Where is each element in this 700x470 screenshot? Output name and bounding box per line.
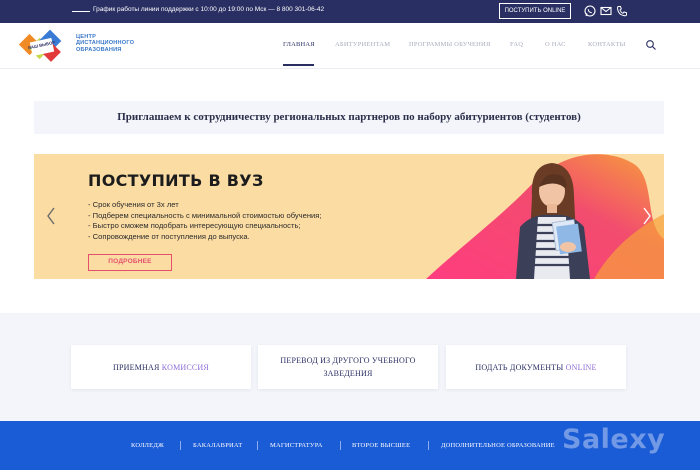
divider [428,441,429,450]
partner-invite-banner: Приглашаем к сотрудничеству региональных… [34,101,664,134]
whatsapp-icon[interactable] [583,4,597,18]
list-item: - Быстро сможем подобрать интересующую с… [88,221,301,230]
phone-icon[interactable] [615,4,629,18]
footer-link-additional-education[interactable]: ДОПОЛНИТЕЛЬНОЕ ОБРАЗОВАНИЕ [441,442,555,449]
nav-item-contacts[interactable]: КОНТАКТЫ [588,41,625,48]
active-nav-indicator [283,64,314,66]
hero-benefits-list: - Срок обучения от 3х лет - Подберем спе… [88,200,322,242]
divider [340,441,341,450]
watermark: Salexy [562,424,666,455]
list-item: - Подберем специальность с минимальной с… [88,210,322,220]
hero-title: ПОСТУПИТЬ В ВУЗ [88,171,264,190]
top-bar: График работы линии поддержки с 10:00 до… [0,0,700,23]
divider [257,441,258,450]
card-label: ПЕРЕВОД ИЗ ДРУГОГО УЧЕБНОГО ЗАВЕДЕНИЯ [280,356,416,378]
nav-item-faq[interactable]: FAQ [510,41,523,48]
submit-documents-card[interactable]: ПОДАТЬ ДОКУМЕНТЫ ONLINE [446,345,626,389]
divider-line [72,11,90,12]
footer-link-college[interactable]: КОЛЛЕДЖ [131,442,164,449]
logo[interactable]: ВАШ ВЫБОР [18,27,70,67]
hero-slider: ПОСТУПИТЬ В ВУЗ - Срок обучения от 3х ле… [34,154,664,279]
nav-item-programs[interactable]: ПРОГРАММЫ ОБУЧЕНИЯ [409,41,491,48]
transfer-card[interactable]: ПЕРЕВОД ИЗ ДРУГОГО УЧЕБНОГО ЗАВЕДЕНИЯ [258,345,438,389]
list-item: - Срок обучения от 3х лет [88,200,179,209]
divider [180,441,181,450]
more-details-button[interactable]: ПОДРОБНЕЕ [88,254,172,271]
card-label: ПОДАТЬ ДОКУМЕНТЫ [475,362,566,372]
card-label-highlight: КОМИССИЯ [161,362,209,372]
quick-links-section: ПРИЕМНАЯ КОМИССИЯ ПЕРЕВОД ИЗ ДРУГОГО УЧЕ… [0,313,700,421]
apply-online-button[interactable]: ПОСТУПИТЬ ONLINE [499,3,571,19]
footer-link-bachelor[interactable]: БАКАЛАВРИАТ [193,442,242,449]
chevron-right-icon[interactable] [642,207,652,225]
nav-item-about[interactable]: О НАС [545,41,566,48]
list-item: - Сопровождение от поступления до выпуск… [88,231,250,241]
logo-text-line: ДИСТАНЦИОННОГО [76,40,135,47]
site-header: ВАШ ВЫБОР ЦЕНТР ДИСТАНЦИОННОГО ОБРАЗОВАН… [0,23,700,69]
search-icon[interactable] [645,39,657,51]
nav-item-home[interactable]: ГЛАВНАЯ [283,41,315,48]
admissions-card[interactable]: ПРИЕМНАЯ КОМИССИЯ [71,345,251,389]
card-label-highlight: ONLINE [565,362,597,372]
footer-link-master[interactable]: МАГИСТРАТУРА [270,442,323,449]
chevron-left-icon[interactable] [46,207,56,225]
logo-text[interactable]: ЦЕНТР ДИСТАНЦИОННОГО ОБРАЗОВАНИЯ [76,34,134,53]
logo-text-line: ОБРАЗОВАНИЯ [76,46,122,53]
footer-link-second-degree[interactable]: ВТОРОЕ ВЫСШЕЕ [352,442,410,449]
student-photo [516,163,590,279]
nav-item-applicants[interactable]: АБИТУРИЕНТАМ [335,41,390,48]
support-hours-text: График работы линии поддержки с 10:00 до… [93,6,325,13]
card-label: ПРИЕМНАЯ [113,362,162,372]
mail-icon[interactable] [599,4,613,18]
main-content: Приглашаем к сотрудничеству региональных… [0,69,700,309]
